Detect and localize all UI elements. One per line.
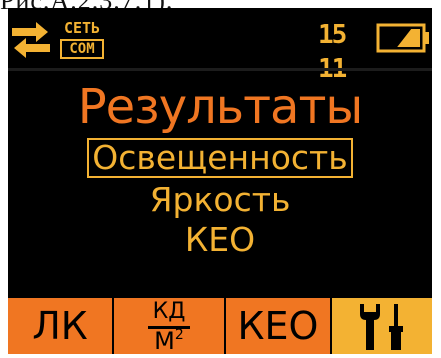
status-bar: СЕТЬ COM 15 11	[8, 8, 432, 84]
connection-network-label: СЕТЬ	[63, 19, 101, 37]
menu-item-label: Яркость	[149, 180, 291, 219]
softkey-bar: ЛК КД М2 КЕО	[8, 298, 432, 354]
unit-numerator: КД	[152, 299, 186, 324]
softkey-keo[interactable]: КЕО	[226, 298, 330, 354]
transfer-arrows-icon	[12, 22, 50, 58]
menu-item-illuminance[interactable]: Освещенность	[8, 138, 432, 178]
softkey-cd-per-m2[interactable]: КД М2	[114, 298, 224, 354]
softkey-lk-label: ЛК	[32, 304, 88, 348]
connection-com-label: COM	[60, 39, 104, 59]
page-title: Результаты	[77, 79, 364, 135]
unit-denominator: М2	[154, 327, 184, 354]
menu-item-luminance[interactable]: Яркость	[8, 180, 432, 220]
menu-item-keo[interactable]: КЕО	[8, 220, 432, 260]
menu-item-label: Освещенность	[87, 138, 353, 178]
softkey-keo-label: КЕО	[237, 304, 319, 348]
softkey-lk[interactable]: ЛК	[8, 298, 112, 354]
softkey-settings[interactable]	[332, 298, 432, 354]
clock: 15 11	[318, 20, 347, 84]
device-screen: СЕТЬ COM 15 11 Результаты Освещенность Я…	[8, 8, 432, 354]
status-divider	[8, 68, 432, 71]
wrench-screwdriver-icon	[360, 304, 403, 350]
battery-icon	[376, 23, 429, 53]
menu-item-label: КЕО	[184, 220, 256, 259]
